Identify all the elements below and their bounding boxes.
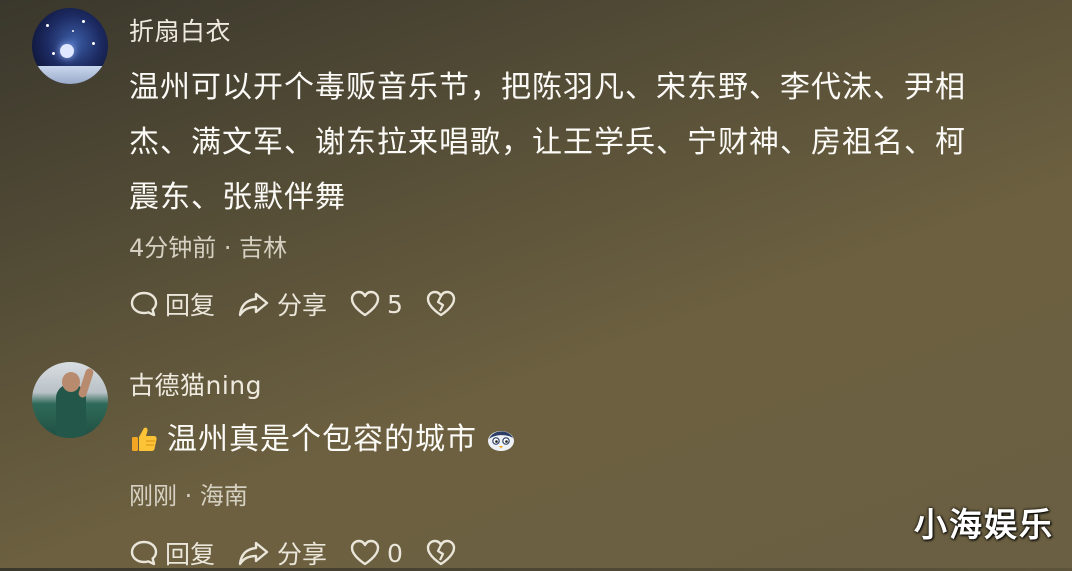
heart-icon <box>350 539 380 566</box>
dislike-button[interactable] <box>425 538 463 568</box>
reply-button[interactable]: 回复 <box>129 535 215 571</box>
thumbs-up-emoji-icon <box>132 427 157 451</box>
share-label: 分享 <box>277 291 328 320</box>
share-button[interactable]: 分享 <box>237 535 327 571</box>
comment-actions: 回复 分享 5 <box>129 287 485 321</box>
dislike-button[interactable] <box>425 289 463 319</box>
watermark: 小海娱乐 <box>914 505 1054 544</box>
username[interactable]: 古德猫ning <box>129 366 262 402</box>
reply-label: 回复 <box>165 540 216 569</box>
comment-meta: 刚刚 · 海南 <box>129 482 248 510</box>
comment-text-line: 温州真是个包容的城市 <box>167 422 477 457</box>
reply-icon <box>130 291 158 317</box>
heart-icon <box>350 290 380 317</box>
comment-text: 温州可以开个毒贩音乐节，把陈羽凡、宋东野、李代沫、尹相 杰、满文军、谢东拉来唱歌… <box>129 60 966 225</box>
share-label: 分享 <box>277 540 328 569</box>
comment-actions: 回复 分享 0 <box>129 536 485 570</box>
like-button[interactable]: 0 <box>349 538 403 568</box>
avatar[interactable] <box>32 8 108 84</box>
broken-heart-icon <box>426 290 456 317</box>
share-icon <box>238 292 269 317</box>
broken-heart-icon <box>426 539 456 566</box>
share-icon <box>238 541 269 566</box>
avatar[interactable] <box>32 362 108 438</box>
comment-meta: 4分钟前 · 吉林 <box>129 234 288 262</box>
comment-text-line: 震东、张默伴舞 <box>129 180 346 215</box>
comment-text-line: 杰、满文军、谢东拉来唱歌，让王学兵、宁财神、房祖名、柯 <box>129 125 966 160</box>
share-button[interactable]: 分享 <box>237 286 327 322</box>
bird-emoji-icon <box>488 431 514 451</box>
reply-button[interactable]: 回复 <box>129 286 215 322</box>
comment-text-line: 温州可以开个毒贩音乐节，把陈羽凡、宋东野、李代沫、尹相 <box>129 70 966 105</box>
like-button[interactable]: 5 <box>349 289 403 319</box>
reply-icon <box>130 540 158 566</box>
like-count: 0 <box>387 538 403 568</box>
reply-label: 回复 <box>165 291 216 320</box>
username[interactable]: 折扇白衣 <box>129 12 231 48</box>
comment-text: 温州真是个包容的城市 <box>129 412 517 467</box>
like-count: 5 <box>387 289 403 319</box>
